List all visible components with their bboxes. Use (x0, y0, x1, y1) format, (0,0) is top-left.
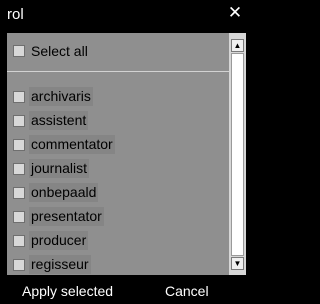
apply-selected-button[interactable]: Apply selected (22, 282, 113, 300)
option-checkbox[interactable] (13, 139, 25, 151)
option-label: commentator (29, 135, 115, 154)
dialog-title: rol (7, 6, 24, 23)
scroll-track[interactable] (231, 53, 244, 256)
option-label: assistent (29, 111, 89, 130)
scroll-down-icon[interactable]: ▼ (231, 257, 244, 270)
option-assistent[interactable]: assistent (7, 109, 229, 133)
option-onbepaald[interactable]: onbepaald (7, 181, 229, 205)
option-archivaris[interactable]: archivaris (7, 85, 229, 109)
option-label: presentator (29, 207, 104, 226)
option-label: onbepaald (29, 183, 99, 202)
options-panel: Select all archivaris assistent commenta… (7, 33, 229, 275)
cancel-button[interactable]: Cancel (165, 282, 209, 300)
filter-dialog: rol ✕ Select all archivaris assistent co… (0, 0, 246, 304)
option-commentator[interactable]: commentator (7, 133, 229, 157)
option-label: archivaris (29, 87, 93, 106)
option-checkbox[interactable] (13, 163, 25, 175)
scroll-up-icon[interactable]: ▲ (231, 39, 244, 52)
select-all-checkbox[interactable] (13, 45, 25, 57)
option-producer[interactable]: producer (7, 229, 229, 253)
options-list: archivaris assistent commentator journal… (7, 85, 229, 275)
option-checkbox[interactable] (13, 211, 25, 223)
option-journalist[interactable]: journalist (7, 157, 229, 181)
option-checkbox[interactable] (13, 259, 25, 271)
option-label: producer (29, 231, 89, 250)
option-label: journalist (29, 159, 90, 178)
option-checkbox[interactable] (13, 187, 25, 199)
close-icon[interactable]: ✕ (227, 3, 243, 23)
option-checkbox[interactable] (13, 115, 25, 127)
option-regisseur[interactable]: regisseur (7, 253, 229, 275)
dialog-footer: Apply selected Cancel (0, 275, 246, 304)
option-presentator[interactable]: presentator (7, 205, 229, 229)
option-checkbox[interactable] (13, 235, 25, 247)
vertical-scrollbar[interactable]: ▲ ▼ (229, 33, 246, 275)
select-all-option[interactable]: Select all (7, 40, 229, 62)
option-checkbox[interactable] (13, 91, 25, 103)
divider (7, 71, 229, 72)
select-all-label: Select all (31, 43, 88, 59)
option-label: regisseur (29, 255, 91, 274)
dialog-header: rol ✕ (0, 0, 246, 33)
